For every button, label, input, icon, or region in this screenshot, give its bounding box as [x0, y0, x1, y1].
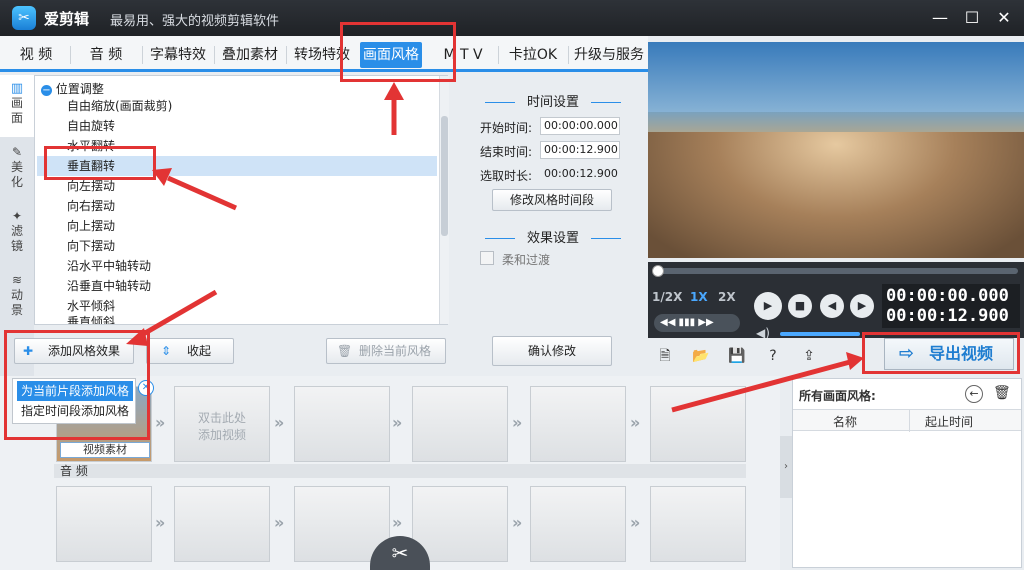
arrow-to-item — [166, 175, 238, 211]
arrow-to-export — [671, 359, 851, 413]
arrow-head — [846, 352, 864, 370]
annotation-arrows — [126, 82, 864, 413]
arrow-head — [384, 82, 404, 100]
arrow-to-add — [138, 289, 218, 339]
